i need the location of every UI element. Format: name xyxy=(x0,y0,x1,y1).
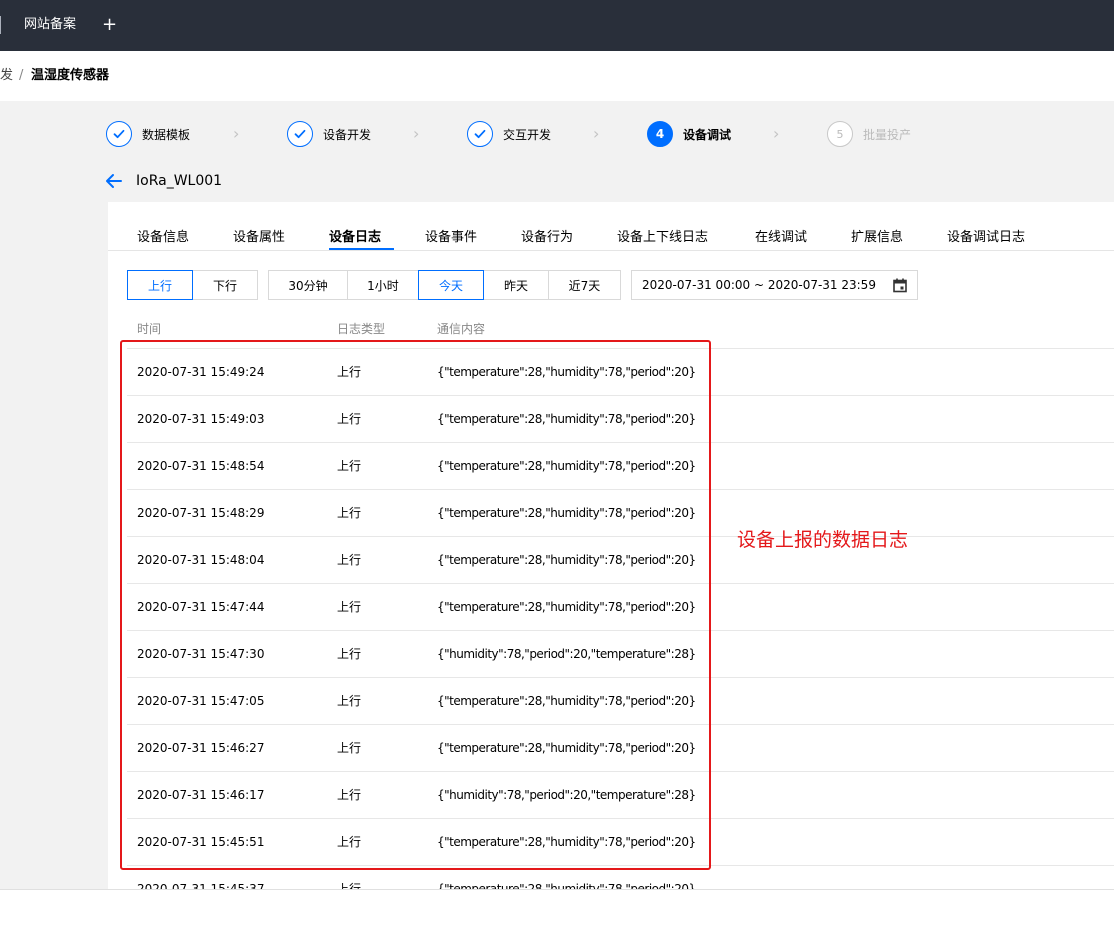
check-icon xyxy=(287,121,313,147)
range-today-button[interactable]: 今天 xyxy=(418,270,484,300)
step-data-template[interactable]: 数据模板 xyxy=(106,121,190,147)
calendar-icon[interactable] xyxy=(893,278,907,297)
step-mass-production[interactable]: 5 批量投产 xyxy=(827,121,911,147)
range-30min-button[interactable]: 30分钟 xyxy=(268,270,348,300)
chevron-right-icon: › xyxy=(233,124,240,143)
annotation-text: 设备上报的数据日志 xyxy=(737,529,909,551)
tab-debug-log[interactable]: 设备调试日志 xyxy=(947,229,1025,247)
chevron-right-icon: › xyxy=(773,124,780,143)
tab-device-actions[interactable]: 设备行为 xyxy=(521,229,573,247)
tab-device-info[interactable]: 设备信息 xyxy=(137,229,189,247)
step-label: 批量投产 xyxy=(863,127,912,142)
column-header-content: 通信内容 xyxy=(437,322,486,336)
date-range-value: 2020-07-31 00:00 ~ 2020-07-31 23:59 xyxy=(642,278,876,292)
breadcrumb-separator: / xyxy=(19,68,24,83)
step-interaction-dev[interactable]: 交互开发 xyxy=(467,121,551,147)
chevron-right-icon: › xyxy=(593,124,600,143)
nav-item-website-beian[interactable]: 网站备案 xyxy=(24,16,76,34)
tab-divider xyxy=(108,250,1114,251)
top-navigation-bar: 网站备案 + xyxy=(0,0,1114,51)
range-yesterday-button[interactable]: 昨天 xyxy=(483,270,549,300)
date-range-picker[interactable]: 2020-07-31 00:00 ~ 2020-07-31 23:59 xyxy=(631,270,918,300)
nav-divider xyxy=(0,16,1,34)
range-7days-button[interactable]: 近7天 xyxy=(548,270,621,300)
back-arrow-icon[interactable] xyxy=(104,170,124,192)
tab-online-offline-log[interactable]: 设备上下线日志 xyxy=(617,229,708,247)
step-device-dev[interactable]: 设备开发 xyxy=(287,121,371,147)
device-name: IoRa_WL001 xyxy=(136,173,223,189)
step-label: 设备调试 xyxy=(683,127,732,142)
check-icon xyxy=(106,121,132,147)
chevron-right-icon: › xyxy=(413,124,420,143)
annotation-highlight-box xyxy=(120,340,711,870)
active-tab-indicator xyxy=(329,248,394,250)
step-label: 设备开发 xyxy=(323,127,372,142)
range-1hour-button[interactable]: 1小时 xyxy=(347,270,419,300)
step-device-debug[interactable]: 4 设备调试 xyxy=(647,121,731,147)
tab-online-debug[interactable]: 在线调试 xyxy=(755,229,807,247)
column-header-time: 时间 xyxy=(137,322,162,336)
tab-extended-info[interactable]: 扩展信息 xyxy=(851,229,903,247)
column-header-log-type: 日志类型 xyxy=(337,322,386,336)
filter-downlink-button[interactable]: 下行 xyxy=(192,270,258,300)
filter-uplink-button[interactable]: 上行 xyxy=(127,270,193,300)
page-footer xyxy=(0,889,1114,926)
breadcrumb-parent[interactable]: 发 xyxy=(0,67,13,85)
add-tab-button[interactable]: + xyxy=(102,13,117,37)
step-number: 5 xyxy=(827,121,853,147)
tab-device-log[interactable]: 设备日志 xyxy=(329,229,381,247)
check-icon xyxy=(467,121,493,147)
breadcrumb-current: 温湿度传感器 xyxy=(31,68,110,83)
step-label: 数据模板 xyxy=(142,127,191,142)
step-number: 4 xyxy=(647,121,673,147)
step-label: 交互开发 xyxy=(503,127,552,142)
tab-device-properties[interactable]: 设备属性 xyxy=(233,229,285,247)
tab-device-events[interactable]: 设备事件 xyxy=(425,229,477,247)
breadcrumb: 发 / 温湿度传感器 xyxy=(0,51,1114,101)
